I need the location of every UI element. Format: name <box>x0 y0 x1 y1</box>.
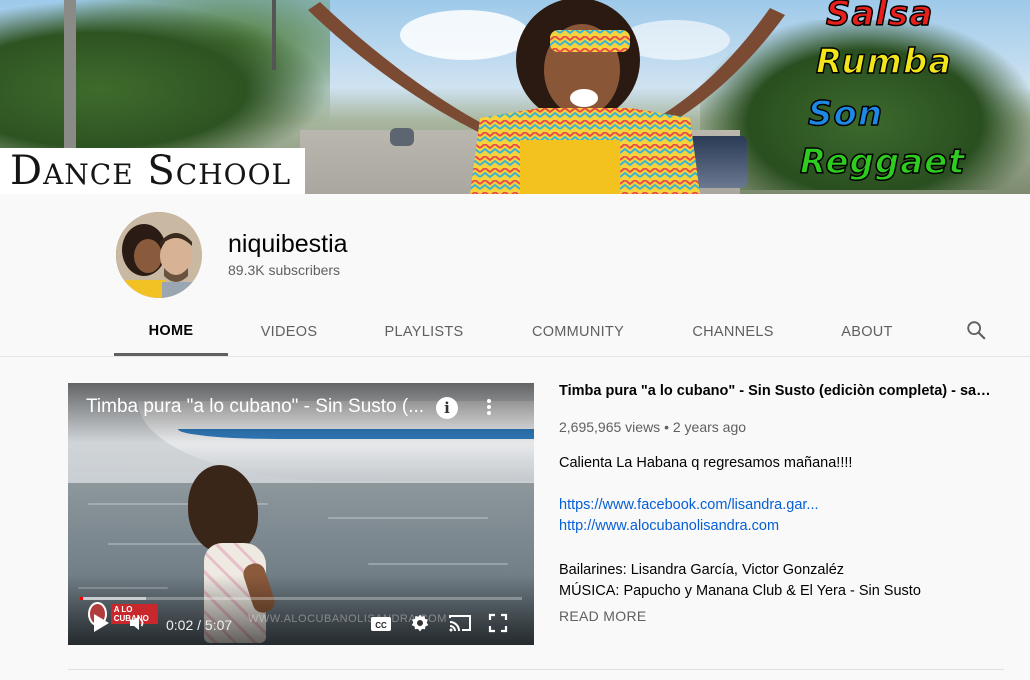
view-count: 2,695,965 views <box>559 419 661 435</box>
video-description-panel: Timba pura "a lo cubano" - Sin Susto (ed… <box>559 383 999 624</box>
tab-home[interactable]: HOME <box>114 308 228 356</box>
volume-button[interactable] <box>128 613 148 638</box>
settings-icon <box>411 614 429 632</box>
player-video-title[interactable]: Timba pura "a lo cubano" - Sin Susto (..… <box>86 396 424 418</box>
banner-trees-left <box>0 0 330 150</box>
dance-school-text: Dance School <box>10 148 292 194</box>
channel-name: niquibestia <box>228 230 348 258</box>
genre-salsa: Salsa <box>825 0 934 35</box>
banner-pole <box>272 0 276 70</box>
subscriber-count: 89.3K subscribers <box>228 262 341 278</box>
time-display: 0:02 / 5:07 <box>166 617 233 633</box>
description-line: Calienta La Habana q regresamos mañana!!… <box>559 455 853 471</box>
fullscreen-button[interactable] <box>488 613 508 638</box>
website-link[interactable]: http://www.alocubanolisandra.com <box>559 518 999 534</box>
cast-button[interactable] <box>448 613 472 638</box>
info-icon[interactable]: i <box>436 397 458 419</box>
channel-search-button[interactable] <box>962 316 990 344</box>
meta-separator: • <box>664 419 669 435</box>
genre-reggaet: Reggaet <box>799 141 966 183</box>
tab-playlists[interactable]: PLAYLISTS <box>350 308 498 356</box>
section-divider <box>68 669 1004 670</box>
cc-icon: CC <box>371 617 391 631</box>
upload-age: 2 years ago <box>672 419 747 435</box>
banner-pole <box>64 0 76 150</box>
genre-rumba: Rumba <box>815 41 953 83</box>
video-meta: 2,695,965 views • 2 years ago <box>559 419 999 435</box>
genre-salsa-text: Salsa <box>825 0 934 35</box>
progress-played <box>80 597 84 600</box>
channel-header: niquibestia 89.3K subscribers HOME VIDEO… <box>0 194 1030 356</box>
banner-dancer <box>308 0 785 194</box>
volume-icon <box>130 616 144 630</box>
avatar-photo <box>116 212 202 298</box>
captions-button[interactable]: CC <box>370 615 392 638</box>
play-icon <box>94 614 109 632</box>
featured-video-title[interactable]: Timba pura "a lo cubano" - Sin Susto (ed… <box>559 383 991 399</box>
genre-son: Son <box>807 93 884 135</box>
music-line: MÚSICA: Papucho y Manana Club & El Yera … <box>559 583 921 599</box>
channel-tabs: HOME VIDEOS PLAYLISTS COMMUNITY CHANNELS… <box>114 308 926 356</box>
genre-son-text: Son <box>807 93 884 135</box>
settings-button[interactable] <box>410 613 430 638</box>
dancers-line: Bailarines: Lisandra García, Victor Gonz… <box>559 562 845 578</box>
tab-community[interactable]: COMMUNITY <box>498 308 658 356</box>
tab-channels[interactable]: CHANNELS <box>658 308 808 356</box>
genre-rumba-text: Rumba <box>815 41 953 83</box>
featured-section: Timba pura "a lo cubano" - Sin Susto (..… <box>0 356 1030 680</box>
genre-reggaet-text: Reggaet <box>799 141 966 183</box>
tab-videos[interactable]: VIDEOS <box>228 308 350 356</box>
svg-text:CC: CC <box>375 621 387 630</box>
fullscreen-icon <box>488 613 508 633</box>
facebook-link[interactable]: https://www.facebook.com/lisandra.gar... <box>559 497 999 513</box>
video-player[interactable]: Timba pura "a lo cubano" - Sin Susto (..… <box>68 383 534 645</box>
progress-buffered <box>80 597 147 600</box>
avatar[interactable] <box>116 212 202 298</box>
progress-bar[interactable] <box>80 597 522 600</box>
tab-about[interactable]: ABOUT <box>808 308 926 356</box>
dance-school-logo: Dance School <box>0 148 305 194</box>
play-button[interactable] <box>92 613 110 638</box>
search-icon <box>967 321 986 340</box>
channel-banner: Dance School Salsa Rumba Son Reggaet <box>0 0 1030 194</box>
more-vert-icon[interactable] <box>484 397 494 419</box>
cast-icon <box>449 615 471 632</box>
read-more-button[interactable]: READ MORE <box>559 608 999 624</box>
